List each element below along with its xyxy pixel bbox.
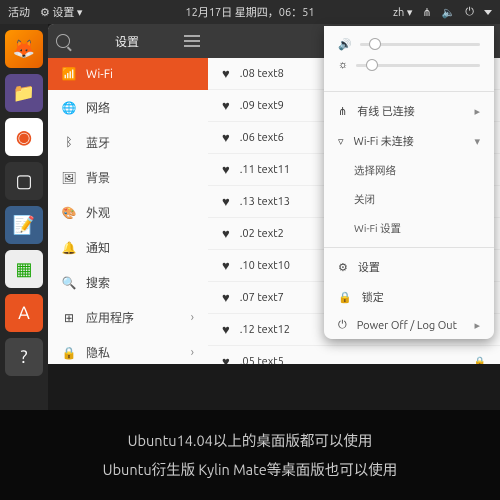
lock-icon: 🔒 <box>338 291 352 304</box>
sidebar-item-label: 应用程序 <box>86 309 134 326</box>
volume-thumb[interactable] <box>369 38 381 50</box>
gear-icon: ⚙ <box>40 7 50 19</box>
sidebar-item-label: 外观 <box>86 204 110 221</box>
sidebar-item-label: 网络 <box>86 99 110 116</box>
dock-editor[interactable]: 📝 <box>5 206 43 244</box>
wifi-signal-icon: ♥ <box>222 354 230 364</box>
wifi-ssid: .08 text8 <box>240 68 284 80</box>
menu-wifi-settings[interactable]: Wi-Fi 设置 <box>324 214 494 243</box>
sidebar-item-label: 背景 <box>86 169 110 186</box>
wifi-ssid: .09 text9 <box>240 100 284 112</box>
dock-help[interactable]: ? <box>5 338 43 376</box>
wifi-ssid: .02 text2 <box>240 228 284 240</box>
top-panel: 活动 ⚙ 设置 ▾ 12月17日 星期四，06：51 zh ▾ ⋔ 🔈 ⏻ <box>0 0 500 24</box>
wifi-ssid: .10 text10 <box>240 260 290 272</box>
focused-app[interactable]: ⚙ 设置 ▾ <box>40 4 82 20</box>
sidebar-item-net[interactable]: 🌐 网络 <box>48 90 208 125</box>
wifi-ssid: .06 text6 <box>240 132 284 144</box>
volume-icon: 🔊 <box>338 38 352 51</box>
wifi-signal-icon: ♥ <box>222 322 230 337</box>
brightness-thumb[interactable] <box>366 59 378 71</box>
sidebar-item-wifi[interactable]: 📶 Wi-Fi <box>48 58 208 90</box>
menu-power[interactable]: ⏻Power Off / Log Out▸ <box>324 312 494 339</box>
wired-icon: ⋔ <box>338 105 347 118</box>
wifi-ssid: .12 text12 <box>240 324 290 336</box>
brightness-icon: ☼ <box>338 59 348 71</box>
wifi-ssid: .13 text13 <box>240 196 290 208</box>
hamburger-icon[interactable] <box>184 35 200 47</box>
wifi-signal-icon: ♥ <box>222 98 230 113</box>
wifi-icon: ▿ <box>338 135 344 148</box>
dock-files[interactable]: 📁 <box>5 74 43 112</box>
sidebar-item-label: Wi-Fi <box>86 68 113 81</box>
sidebar-item-bt[interactable]: ᛒ 蓝牙 <box>48 125 208 160</box>
dock-firefox[interactable]: 🦊 <box>5 30 43 68</box>
menu-lock[interactable]: 🔒锁定 <box>324 282 494 312</box>
network-icon[interactable]: ⋔ <box>422 6 431 19</box>
wifi-signal-icon: ♥ <box>222 130 230 145</box>
caption-line-1: Ubuntu14.04以上的桌面版都可以使用 <box>128 426 373 455</box>
wifi-signal-icon: ♥ <box>222 194 230 209</box>
caption-overlay: Ubuntu14.04以上的桌面版都可以使用 Ubuntu衍生版 Kylin M… <box>0 410 500 500</box>
wifi-icon: 📶 <box>62 67 76 81</box>
bg-icon: 🖼 <box>62 171 76 185</box>
clock[interactable]: 12月17日 星期四，06：51 <box>185 4 314 20</box>
sidebar-item-label: 蓝牙 <box>86 134 110 151</box>
menu-wifi-select[interactable]: 选择网络 <box>324 156 494 185</box>
dock-software[interactable]: ◉ <box>5 118 43 156</box>
settings-sidebar: 📶Wi-Fi🌐网络ᛒ蓝牙🖼背景🎨外观🔔通知🔍搜索⊞应用程序›🔒隐私›☁在线帐户› <box>48 58 208 364</box>
net-icon: 🌐 <box>62 101 76 115</box>
menu-wifi-off[interactable]: 关闭 <box>324 185 494 214</box>
wifi-signal-icon: ♥ <box>222 290 230 305</box>
bt-icon: ᛒ <box>62 136 76 149</box>
notif-icon: 🔔 <box>62 241 76 255</box>
lock-icon: 🔒 <box>474 356 486 365</box>
sidebar-item-appear[interactable]: 🎨 外观 <box>48 195 208 230</box>
wifi-signal-icon: ♥ <box>222 162 230 177</box>
search-icon: 🔍 <box>62 276 76 290</box>
volume-icon[interactable]: 🔈 <box>442 6 456 19</box>
sidebar-item-label: 通知 <box>86 239 110 256</box>
dock-libreoffice[interactable]: ▦ <box>5 250 43 288</box>
wifi-signal-icon: ♥ <box>222 66 230 81</box>
wifi-ssid: .11 text11 <box>240 164 290 176</box>
wifi-network-item[interactable]: ♥ .05 text5 🔒 <box>208 346 500 364</box>
privacy-icon: 🔒 <box>62 346 76 360</box>
sidebar-item-apps[interactable]: ⊞应用程序› <box>48 300 208 335</box>
sidebar-item-search[interactable]: 🔍 搜索 <box>48 265 208 300</box>
appear-icon: 🎨 <box>62 206 76 220</box>
chevron-down-icon[interactable] <box>484 10 492 15</box>
dock-terminal[interactable]: ▢ <box>5 162 43 200</box>
system-menu: 🔊 ☼ ⋔有线 已连接▸ ▿Wi-Fi 未连接▾ 选择网络 关闭 Wi-Fi 设… <box>324 26 494 339</box>
lang-indicator[interactable]: zh ▾ <box>393 6 412 19</box>
search-icon[interactable] <box>56 34 70 48</box>
wifi-signal-icon: ♥ <box>222 226 230 241</box>
power-icon[interactable]: ⏻ <box>465 6 474 19</box>
sidebar-item-notif[interactable]: 🔔 通知 <box>48 230 208 265</box>
sidebar-item-bg[interactable]: 🖼 背景 <box>48 160 208 195</box>
volume-slider[interactable]: 🔊 <box>338 38 480 51</box>
menu-settings[interactable]: ⚙设置 <box>324 252 494 282</box>
sidebar-item-label: 搜索 <box>86 274 110 291</box>
power-icon: ⏻ <box>338 319 347 332</box>
menu-wired[interactable]: ⋔有线 已连接▸ <box>324 96 494 126</box>
sidebar-item-label: 隐私 <box>86 344 110 361</box>
sidebar-header: 设置 <box>48 24 208 58</box>
dock-store[interactable]: A <box>5 294 43 332</box>
sidebar-item-privacy[interactable]: 🔒隐私› <box>48 335 208 364</box>
window-title: 设置 <box>115 33 139 50</box>
wifi-ssid: .05 text5 <box>240 356 284 365</box>
brightness-slider[interactable]: ☼ <box>338 59 480 71</box>
apps-icon: ⊞ <box>62 311 76 325</box>
menu-wifi[interactable]: ▿Wi-Fi 未连接▾ <box>324 126 494 156</box>
gear-icon: ⚙ <box>338 261 348 274</box>
activities-button[interactable]: 活动 <box>8 4 30 20</box>
caption-line-2: Ubuntu衍生版 Kylin Mate等桌面版也可以使用 <box>103 455 398 484</box>
wifi-signal-icon: ♥ <box>222 258 230 273</box>
wifi-ssid: .07 text7 <box>240 292 284 304</box>
